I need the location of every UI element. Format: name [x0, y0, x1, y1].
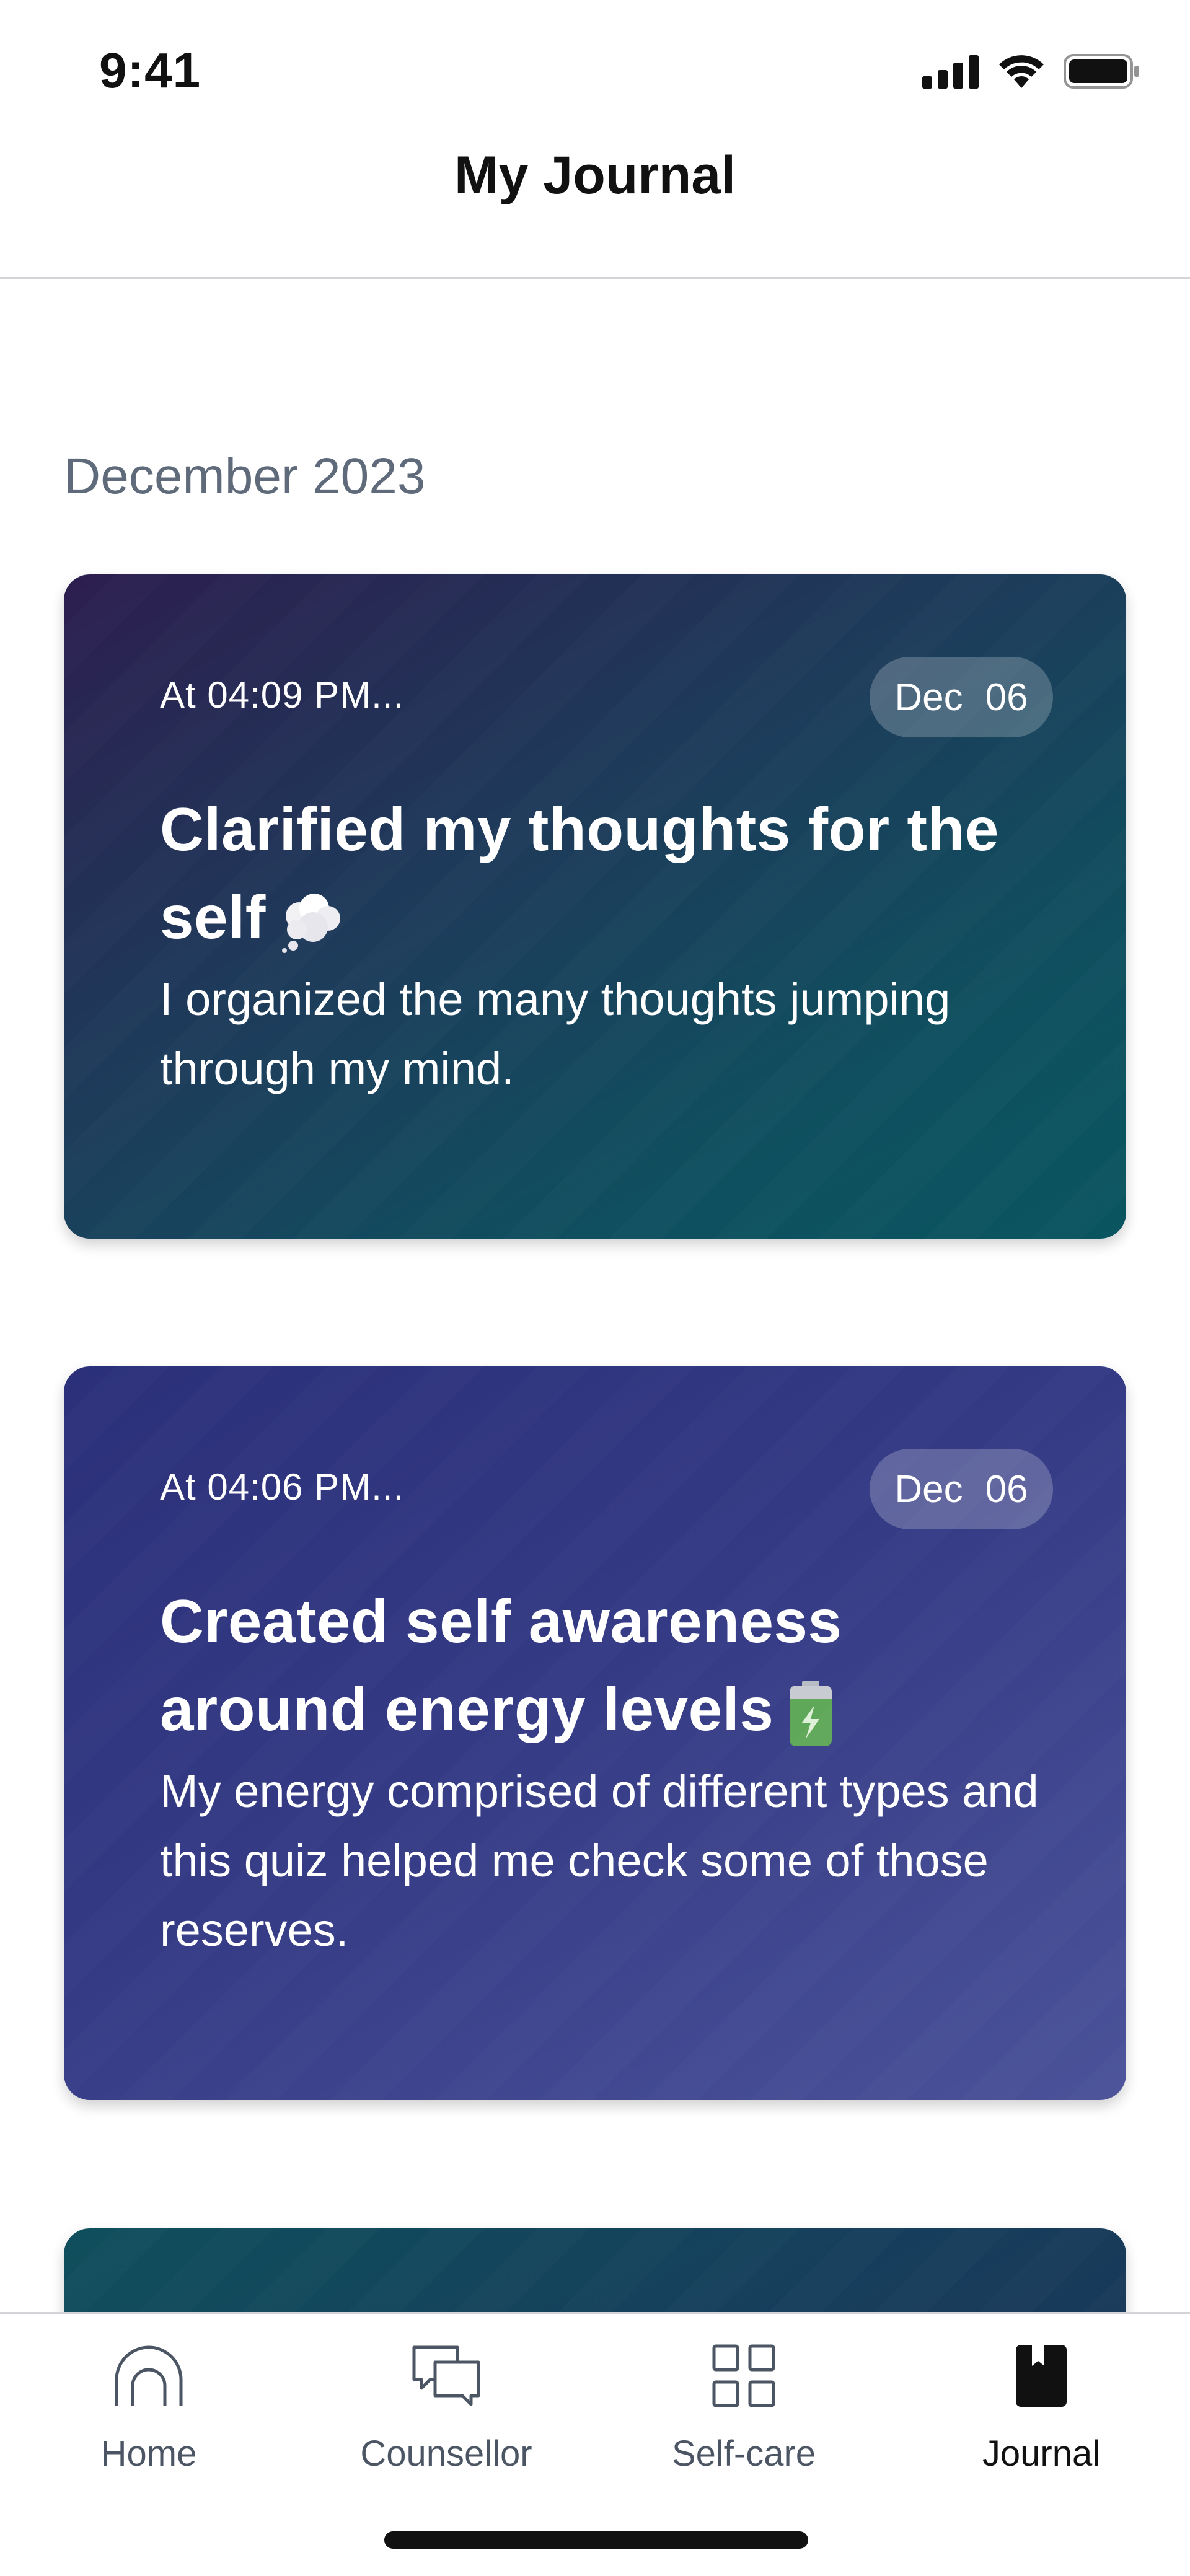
tab-journal[interactable]: Journal: [892, 2314, 1190, 2500]
cellular-signal-icon: [922, 55, 979, 89]
entry-date-badge: Dec 06: [870, 657, 1053, 737]
entry-title: Clarified my thoughts for the self: [160, 785, 1065, 961]
entry-date-badge: Dec 06: [870, 1449, 1053, 1529]
entry-date-month: Dec: [894, 675, 963, 719]
entry-body: I organized the many thoughts jumping th…: [160, 974, 951, 1094]
journal-screen: 9:41 My Journal December 2023 At 04:09 P…: [0, 0, 1190, 2576]
status-icons: [922, 53, 1140, 89]
entry-date-day: 06: [985, 675, 1028, 719]
thought-bubble-icon: [281, 894, 340, 954]
entry-date-day: 06: [985, 1467, 1028, 1511]
journal-entry-card[interactable]: At 04:09 PM... Dec 06 Clarified my thoug…: [64, 574, 1126, 1239]
page-title: My Journal: [454, 146, 736, 205]
home-indicator[interactable]: [384, 2531, 808, 2549]
tab-self-care-label: Self-care: [671, 2433, 816, 2474]
journal-icon: [1004, 2339, 1078, 2413]
tab-home[interactable]: Home: [0, 2314, 298, 2500]
chat-bubbles-icon: [409, 2339, 483, 2413]
battery-status-icon: [1064, 54, 1139, 89]
grid-icon: [707, 2339, 781, 2413]
entry-date-month: Dec: [894, 1467, 963, 1511]
home-icon: [112, 2339, 186, 2413]
tab-journal-label: Journal: [982, 2433, 1101, 2474]
status-time: 9:41: [99, 43, 201, 98]
nav-header: My Journal: [0, 143, 1190, 279]
tab-counsellor-label: Counsellor: [360, 2433, 532, 2474]
tab-home-label: Home: [100, 2433, 197, 2474]
entry-time: At 04:06 PM...: [160, 1466, 405, 1508]
tab-self-care[interactable]: Self-care: [595, 2314, 892, 2500]
battery-icon: [790, 1681, 832, 1747]
entry-title: Created self awareness around energy lev…: [160, 1577, 1065, 1753]
tab-counsellor[interactable]: Counsellor: [298, 2314, 595, 2500]
month-section-label: December 2023: [64, 448, 426, 504]
entry-title-text: Created self awareness around energy lev…: [160, 1587, 842, 1743]
status-bar: 9:41: [0, 0, 1190, 143]
entry-time: At 04:09 PM...: [160, 674, 405, 716]
entry-body: My energy comprised of different types a…: [160, 1765, 1039, 1956]
journal-entry-card[interactable]: At 04:06 PM... Dec 06 Created self aware…: [64, 1366, 1126, 2100]
wifi-icon: [999, 55, 1044, 88]
